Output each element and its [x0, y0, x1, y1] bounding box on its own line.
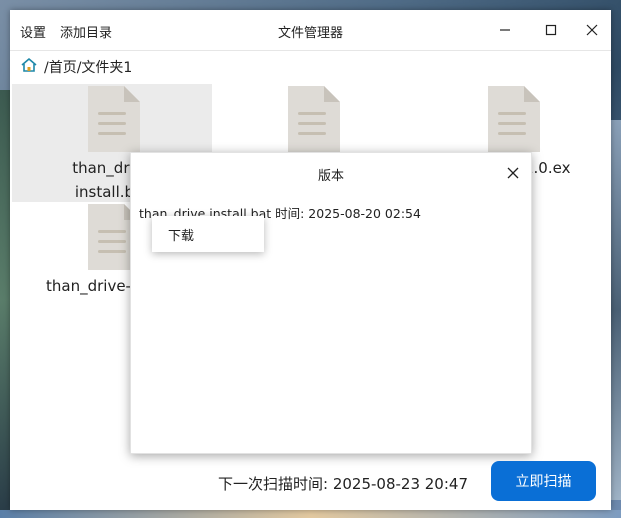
minimize-icon	[500, 29, 510, 31]
next-scan-time: 下一次扫描时间: 2025-08-23 20:47	[218, 475, 468, 493]
breadcrumb: /首页/文件夹1	[10, 51, 611, 81]
download-menu-item[interactable]: 下载	[168, 225, 194, 244]
home-icon[interactable]	[20, 57, 38, 77]
title-bar: 设置 添加目录 文件管理器	[10, 10, 611, 51]
file-manager-window: 设置 添加目录 文件管理器 /首页/文件夹1 than_drive instal…	[10, 10, 611, 510]
close-icon	[586, 24, 598, 36]
dialog-title: 版本	[317, 169, 344, 184]
file-name: 1.0.ex	[524, 159, 571, 177]
maximize-icon	[545, 24, 557, 36]
maximize-button[interactable]	[539, 18, 563, 42]
settings-menu[interactable]: 设置	[20, 22, 46, 41]
document-icon	[488, 86, 540, 152]
close-button[interactable]	[580, 18, 604, 42]
context-menu: 下载	[152, 216, 264, 252]
minimize-button[interactable]	[493, 18, 517, 42]
path-text[interactable]: /首页/文件夹1	[44, 57, 132, 77]
document-icon	[88, 86, 140, 152]
version-dialog: 版本 than_drive install.bat 时间: 2025-08-20…	[130, 152, 532, 454]
add-directory-menu[interactable]: 添加目录	[60, 22, 112, 41]
scan-now-button[interactable]: 立即扫描	[491, 461, 596, 501]
document-icon	[288, 86, 340, 152]
close-icon[interactable]	[505, 165, 521, 181]
